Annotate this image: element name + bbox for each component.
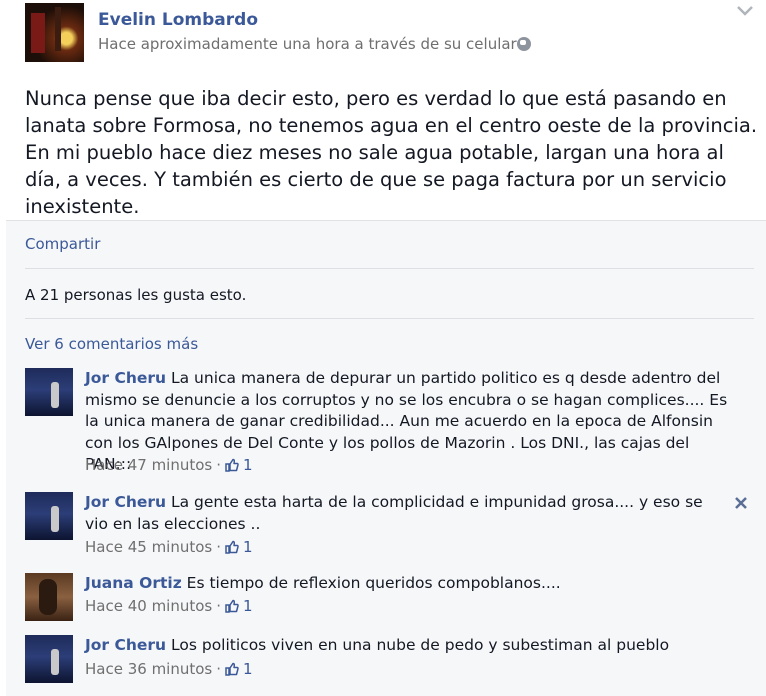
comment-avatar[interactable] (25, 368, 73, 416)
comment-author-name[interactable]: Jor Cheru (85, 369, 166, 387)
comment-time[interactable]: Hace 40 minutos (85, 597, 212, 615)
comment-text: La gente esta harta de la complicidad e … (85, 493, 703, 533)
comment-author-name[interactable]: Jor Cheru (85, 636, 166, 654)
comment-meta: Hace 36 minutos · 1 (85, 660, 253, 678)
share-link[interactable]: Compartir (25, 235, 100, 253)
comment-meta: Hace 40 minutos · 1 (85, 597, 253, 615)
comment-avatar[interactable] (25, 492, 73, 540)
comment-meta: Hace 45 minutos · 1 (85, 538, 253, 556)
comment-text: Los politicos viven en una nube de pedo … (171, 636, 670, 654)
comment-author-name[interactable]: Juana Ortiz (85, 574, 182, 592)
meta-separator: · (216, 597, 222, 615)
comment-time[interactable]: Hace 45 minutos (85, 538, 212, 556)
chevron-down-icon[interactable] (735, 3, 755, 19)
close-icon[interactable] (734, 496, 748, 510)
thumbs-up-icon[interactable] (225, 599, 239, 613)
like-count[interactable]: 1 (243, 660, 253, 678)
meta-separator: · (216, 660, 222, 678)
comment-body: Jor Cheru La gente esta harta de la comp… (85, 492, 725, 535)
thumbs-up-icon[interactable] (225, 540, 239, 554)
comment-body: Juana Ortiz Es tiempo de reflexion queri… (85, 573, 733, 595)
meta-separator: · (216, 538, 222, 556)
author-avatar[interactable] (25, 3, 84, 62)
like-count[interactable]: 1 (243, 597, 253, 615)
like-count[interactable]: 1 (243, 538, 253, 556)
post-meta[interactable]: Hace aproximadamente una hora a través d… (98, 35, 517, 53)
comment-author-name[interactable]: Jor Cheru (85, 493, 166, 511)
comment-time[interactable]: Hace 36 minutos (85, 660, 212, 678)
comment-meta: Hace 47 minutos · 1 (85, 456, 253, 474)
divider (25, 268, 754, 269)
thumbs-up-icon[interactable] (225, 662, 239, 676)
comment-text: Es tiempo de reflexion queridos compobla… (186, 574, 561, 592)
likes-summary[interactable]: A 21 personas les gusta esto. (25, 286, 246, 304)
meta-separator: · (216, 456, 222, 474)
comment-body: Jor Cheru Los politicos viven en una nub… (85, 635, 733, 657)
comment-avatar[interactable] (25, 635, 73, 683)
thumbs-up-icon[interactable] (225, 458, 239, 472)
divider (25, 318, 754, 319)
like-count[interactable]: 1 (243, 456, 253, 474)
feedback-section: Compartir A 21 personas les gusta esto. … (6, 220, 766, 696)
post-author-name[interactable]: Evelin Lombardo (98, 10, 258, 30)
post: Evelin Lombardo Hace aproximadamente una… (0, 0, 766, 220)
globe-icon (517, 37, 531, 51)
comment-time[interactable]: Hace 47 minutos (85, 456, 212, 474)
post-text: Nunca pense que iba decir esto, pero es … (25, 87, 758, 218)
comment-avatar[interactable] (25, 573, 73, 621)
view-more-comments-link[interactable]: Ver 6 comentarios más (25, 335, 198, 353)
